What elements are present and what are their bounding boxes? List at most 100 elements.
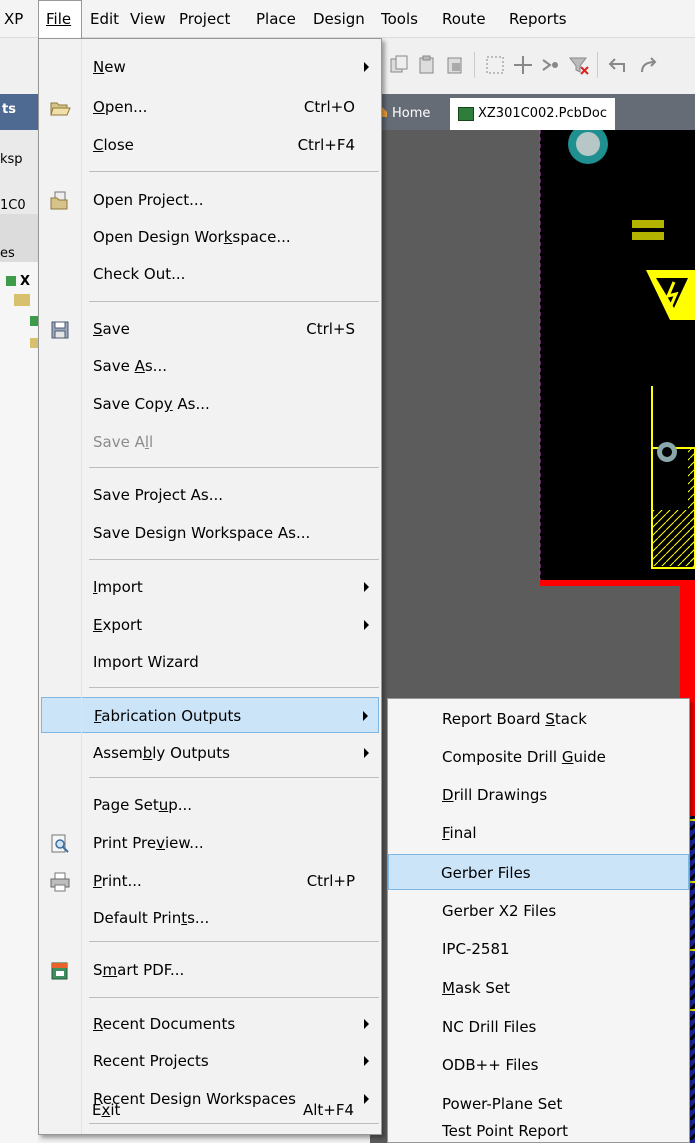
menu-item-label: Test Point Report	[442, 1122, 569, 1140]
menu-separator	[89, 941, 379, 942]
menu-item-label: Import Wizard	[93, 653, 199, 671]
menu-place[interactable]: Place	[256, 0, 296, 38]
paste-icon[interactable]	[416, 54, 438, 76]
menu-route[interactable]: Route	[442, 0, 486, 38]
menu-separator	[89, 997, 379, 998]
pcb-document-icon	[458, 107, 474, 121]
menu-item-open-design-workspace[interactable]: Open Design Workspace...	[41, 219, 379, 255]
menu-item-default-prints[interactable]: Default Prints...	[41, 900, 379, 936]
toolbar-separator	[474, 52, 475, 78]
menu-item-shortcut: Ctrl+F4	[297, 136, 355, 154]
printer-icon	[49, 871, 71, 893]
tab-pcbdoc[interactable]: XZ301C002.PcbDoc	[450, 98, 615, 130]
menu-item-label: Save Design Workspace As...	[93, 524, 311, 542]
tab-home[interactable]: Home	[376, 98, 430, 130]
menu-item-label: Open...	[93, 98, 148, 116]
submenu-arrow-icon	[364, 620, 369, 630]
menu-edit[interactable]: Edit	[90, 0, 119, 38]
menu-item-power-plane-set[interactable]: Power-Plane Set	[390, 1086, 687, 1122]
menu-item-recent-documents[interactable]: Recent Documents	[41, 1006, 379, 1042]
menu-item-drill-drawings[interactable]: Drill Drawings	[390, 777, 687, 813]
redo-icon[interactable]	[638, 54, 660, 76]
menu-item-label: New	[93, 58, 126, 76]
menu-item-recent-projects[interactable]: Recent Projects	[41, 1043, 379, 1079]
menu-item-label: Save All	[93, 433, 154, 451]
menu-item-label: Final	[442, 824, 477, 842]
menu-item-print-preview[interactable]: Print Preview...	[41, 825, 379, 861]
undo-icon[interactable]	[606, 54, 628, 76]
tab-home-label: Home	[392, 106, 431, 121]
deselect-icon[interactable]	[540, 54, 562, 76]
menu-item-label: Assembly Outputs	[93, 744, 230, 762]
menu-xp[interactable]: XP	[4, 0, 23, 38]
menu-tools[interactable]: Tools	[381, 0, 418, 38]
menu-item-export[interactable]: Export	[41, 607, 379, 643]
menu-design[interactable]: Design	[313, 0, 365, 38]
menu-item-composite-drill-guide[interactable]: Composite Drill Guide	[390, 739, 687, 775]
menu-item-label: Recent Documents	[93, 1015, 236, 1033]
menu-item-import[interactable]: Import	[41, 569, 379, 605]
menu-item-ipc-2581[interactable]: IPC-2581	[390, 931, 687, 967]
menu-item-save-project-as[interactable]: Save Project As...	[41, 477, 379, 513]
menu-item-save-design-workspace-as[interactable]: Save Design Workspace As...	[41, 515, 379, 551]
menu-item-exit[interactable]: Exit Alt+F4	[40, 1092, 378, 1128]
submenu-arrow-icon	[364, 62, 369, 72]
menu-item-open[interactable]: Open... Ctrl+O	[41, 89, 379, 125]
menu-item-test-point-report[interactable]: Test Point Report	[390, 1119, 687, 1143]
menu-item-odb-files[interactable]: ODB++ Files	[390, 1047, 687, 1083]
menu-item-label: Exit	[92, 1101, 121, 1119]
menu-item-label: Close	[93, 136, 134, 154]
move-icon[interactable]	[512, 54, 534, 76]
menu-item-save-copy-as[interactable]: Save Copy As...	[41, 386, 379, 422]
menu-separator	[89, 777, 379, 778]
menu-item-mask-set[interactable]: Mask Set	[390, 970, 687, 1006]
menu-item-shortcut: Ctrl+S	[306, 320, 355, 338]
menu-item-report-board-stack[interactable]: Report Board Stack	[390, 701, 687, 737]
menu-reports[interactable]: Reports	[509, 0, 567, 38]
menu-item-label: Power-Plane Set	[442, 1095, 563, 1113]
clear-filter-icon[interactable]	[568, 54, 590, 76]
menu-item-gerber-files[interactable]: Gerber Files	[388, 854, 689, 890]
menu-item-fabrication-outputs[interactable]: Fabrication Outputs	[41, 697, 379, 733]
menu-item-check-out[interactable]: Check Out...	[41, 256, 379, 292]
menu-item-save-as[interactable]: Save As...	[41, 348, 379, 384]
menu-view[interactable]: View	[130, 0, 166, 38]
menu-item-open-project[interactable]: Open Project...	[41, 182, 379, 218]
menu-separator	[89, 171, 379, 172]
menu-item-page-setup[interactable]: Page Setup...	[41, 787, 379, 823]
menu-item-label: Save Project As...	[93, 486, 224, 504]
menu-item-print[interactable]: Print... Ctrl+P	[41, 863, 379, 899]
open-folder-icon	[49, 97, 71, 119]
menu-item-shortcut: Alt+F4	[302, 1101, 354, 1119]
menu-item-new[interactable]: New	[41, 49, 379, 85]
projects-panel: ts ksp 1C0 es X	[0, 94, 38, 1143]
smart-pdf-icon	[49, 960, 71, 982]
menu-item-label: Drill Drawings	[442, 786, 548, 804]
menu-item-smart-pdf[interactable]: Smart PDF...	[41, 952, 379, 988]
toolbar-separator	[597, 52, 598, 78]
menu-separator	[89, 687, 379, 688]
menu-item-label: Gerber X2 Files	[442, 902, 557, 920]
menu-file[interactable]: File	[38, 0, 82, 38]
menu-item-label: NC Drill Files	[442, 1018, 537, 1036]
select-area-icon[interactable]	[484, 54, 506, 76]
copy-icon[interactable]	[388, 54, 410, 76]
paste-special-icon[interactable]	[444, 54, 466, 76]
menu-item-save[interactable]: Save Ctrl+S	[41, 311, 379, 347]
panel-tab-label: ts	[2, 102, 16, 117]
menu-item-label: Check Out...	[93, 265, 186, 283]
document-icon	[30, 316, 38, 326]
menu-item-label: ODB++ Files	[442, 1056, 539, 1074]
menu-item-assembly-outputs[interactable]: Assembly Outputs	[41, 735, 379, 771]
project-label: 1C0	[0, 198, 26, 213]
menu-item-close[interactable]: Close Ctrl+F4	[41, 127, 379, 163]
menu-project[interactable]: Project	[179, 0, 230, 38]
menu-item-nc-drill-files[interactable]: NC Drill Files	[390, 1009, 687, 1045]
open-project-icon	[49, 190, 71, 212]
project-tree-item[interactable]: X	[20, 274, 30, 289]
menu-item-final[interactable]: Final	[390, 815, 687, 851]
menu-item-import-wizard[interactable]: Import Wizard	[41, 644, 379, 680]
menu-separator	[89, 301, 379, 302]
menu-item-gerber-x2-files[interactable]: Gerber X2 Files	[390, 893, 687, 929]
submenu-arrow-icon	[364, 582, 369, 592]
